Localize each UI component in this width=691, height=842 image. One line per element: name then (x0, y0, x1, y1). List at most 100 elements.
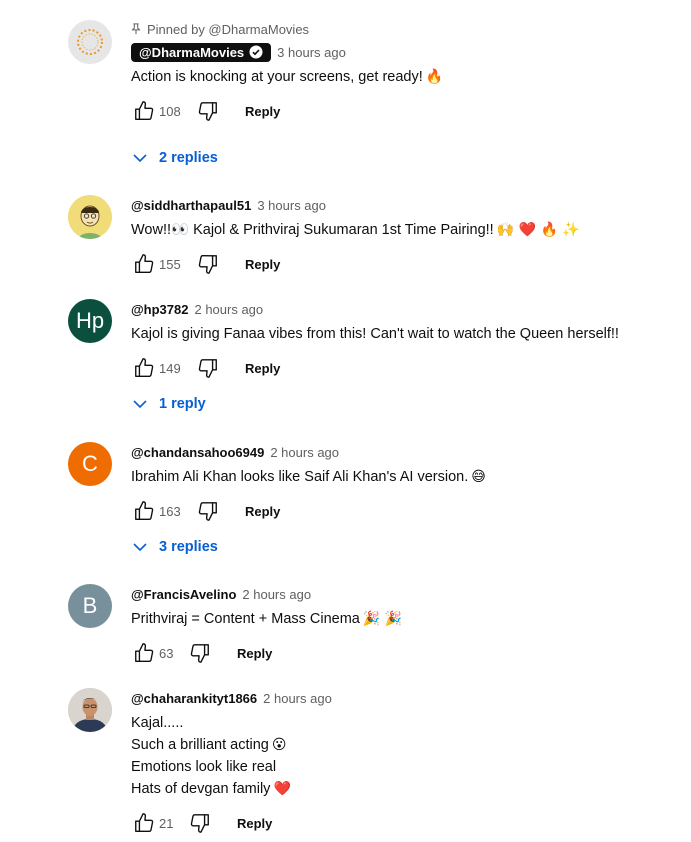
replies-count: 2 replies (159, 150, 218, 166)
author-name[interactable]: @FrancisAvelino (131, 587, 236, 602)
view-replies-button[interactable]: 3 replies (133, 535, 218, 559)
chevron-down-icon (133, 543, 147, 552)
like-button[interactable] (131, 355, 157, 381)
comment-line: Emotions look like real (131, 759, 277, 775)
pinned-label: Pinned by @DharmaMovies (131, 20, 671, 38)
author-name[interactable]: @siddharthapaul51 (131, 198, 251, 213)
thumbs-up-icon (135, 813, 154, 832)
comment-time[interactable]: 2 hours ago (263, 691, 332, 706)
pinned-text: Pinned by @DharmaMovies (147, 21, 310, 37)
dislike-button[interactable] (195, 98, 221, 124)
emoji: 🔥 (425, 69, 444, 85)
like-button[interactable] (131, 810, 157, 836)
reply-button[interactable]: Reply (245, 100, 280, 123)
avatar-letter: Hp (75, 308, 105, 333)
reply-button[interactable]: Reply (245, 357, 280, 380)
dislike-button[interactable] (195, 498, 221, 524)
verified-icon (249, 45, 263, 59)
like-button[interactable] (131, 640, 157, 666)
chevron-down-icon (133, 154, 147, 163)
avatar[interactable]: Hp (68, 299, 112, 343)
comment-line: Wow!!👀 Kajol & Prithviraj Sukumaran 1st … (131, 222, 494, 238)
avatar-letter: B (82, 593, 98, 618)
dislike-button[interactable] (187, 810, 213, 836)
avatar[interactable] (68, 20, 112, 64)
emoji: 😮 (271, 737, 287, 753)
comment-actions: 155 Reply (131, 249, 671, 279)
view-replies-button[interactable]: 1 reply (133, 392, 206, 416)
chevron-down-icon (133, 400, 147, 409)
cartoon-face-icon (68, 195, 112, 239)
author-name[interactable]: @chaharankityt1866 (131, 691, 257, 706)
comment-body: @siddharthapaul51 3 hours ago Wow!!👀 Kaj… (131, 195, 671, 279)
comment-line: Hats of devgan family ❤️ (131, 781, 291, 797)
emoji: 🙌 ❤️ 🔥 ✨ (496, 222, 580, 238)
dislike-button[interactable] (187, 640, 213, 666)
like-count: 155 (159, 256, 181, 272)
comment-text: Wow!!👀 Kajol & Prithviraj Sukumaran 1st … (131, 219, 671, 241)
avatar[interactable]: B (68, 584, 112, 628)
comment-body: Pinned by @DharmaMovies @DharmaMovies 3 … (131, 20, 671, 126)
author-name[interactable]: @chandansahoo6949 (131, 445, 264, 460)
like-count: 163 (159, 503, 181, 519)
thumbs-down-icon (198, 502, 217, 521)
comment-thread: C @chandansahoo6949 2 hours ago Ibrahim … (0, 442, 691, 562)
comment-actions: 21 Reply (131, 808, 671, 838)
comment-body: @chandansahoo6949 2 hours ago Ibrahim Al… (131, 442, 671, 526)
dislike-button[interactable] (195, 251, 221, 277)
author-name[interactable]: @hp3782 (131, 302, 188, 317)
comment-actions: 63 Reply (131, 638, 671, 668)
author-name[interactable]: @DharmaMovies (131, 42, 272, 62)
comment-body: @hp3782 2 hours ago Kajol is giving Fana… (131, 299, 671, 383)
reply-button[interactable]: Reply (245, 253, 280, 276)
thumbs-down-icon (198, 255, 217, 274)
emoji: 🎉 🎉 (362, 611, 403, 627)
comment-time[interactable]: 3 hours ago (257, 198, 326, 213)
comment-actions: 108 Reply (131, 96, 671, 126)
comment-body: @FrancisAvelino 2 hours ago Prithviraj =… (131, 584, 671, 668)
comment-text: Prithviraj = Content + Mass Cinema 🎉 🎉 (131, 608, 671, 630)
comment-text: Kajol is giving Fanaa vibes from this! C… (131, 323, 671, 345)
dislike-button[interactable] (195, 355, 221, 381)
comment-time[interactable]: 2 hours ago (194, 302, 263, 317)
avatar-letter: C (82, 451, 98, 476)
like-button[interactable] (131, 498, 157, 524)
reply-button[interactable]: Reply (237, 642, 272, 665)
comment-text: Ibrahim Ali Khan looks like Saif Ali Kha… (131, 466, 671, 488)
comment-text: Kajal..... Such a brilliant acting 😮 Emot… (131, 712, 671, 800)
comment-line: Prithviraj = Content + Mass Cinema (131, 611, 360, 627)
comment-line: Action is knocking at your screens, get … (131, 69, 423, 85)
thumbs-down-icon (190, 814, 209, 833)
thumbs-down-icon (190, 644, 209, 663)
emoji: ❤️ (273, 781, 291, 797)
like-button[interactable] (131, 251, 157, 277)
comment-line: Such a brilliant acting 😮 (131, 737, 287, 753)
comment-line: Kajal..... (131, 715, 184, 731)
reply-button[interactable]: Reply (237, 812, 272, 835)
comment-line: Ibrahim Ali Khan looks like Saif Ali Kha… (131, 469, 469, 485)
like-count: 63 (159, 645, 174, 661)
comment-time[interactable]: 3 hours ago (277, 45, 346, 60)
comment-thread: Hp @hp3782 2 hours ago Kajol is giving F… (0, 299, 691, 419)
view-replies-button[interactable]: 2 replies (133, 146, 218, 170)
like-button[interactable] (131, 98, 157, 124)
thumbs-up-icon (135, 643, 154, 662)
comment-time[interactable]: 2 hours ago (270, 445, 339, 460)
avatar[interactable] (68, 688, 112, 732)
emoji: 😅 (471, 469, 486, 485)
comment-thread: @siddharthapaul51 3 hours ago Wow!!👀 Kaj… (0, 195, 691, 285)
comment-text: Action is knocking at your screens, get … (131, 66, 671, 88)
reply-button[interactable]: Reply (245, 500, 280, 523)
thumbs-up-icon (135, 254, 154, 273)
comment-line: Kajol is giving Fanaa vibes from this! C… (131, 326, 619, 342)
like-count: 108 (159, 103, 181, 119)
comment-thread: Pinned by @DharmaMovies @DharmaMovies 3 … (0, 20, 691, 170)
avatar[interactable] (68, 195, 112, 239)
like-count: 21 (159, 815, 174, 831)
comment-thread: @chaharankityt1866 2 hours ago Kajal....… (0, 688, 691, 838)
replies-count: 3 replies (159, 539, 218, 555)
avatar[interactable]: C (68, 442, 112, 486)
profile-photo-icon (68, 688, 112, 732)
comment-actions: 149 Reply (131, 353, 671, 383)
comment-time[interactable]: 2 hours ago (242, 587, 311, 602)
